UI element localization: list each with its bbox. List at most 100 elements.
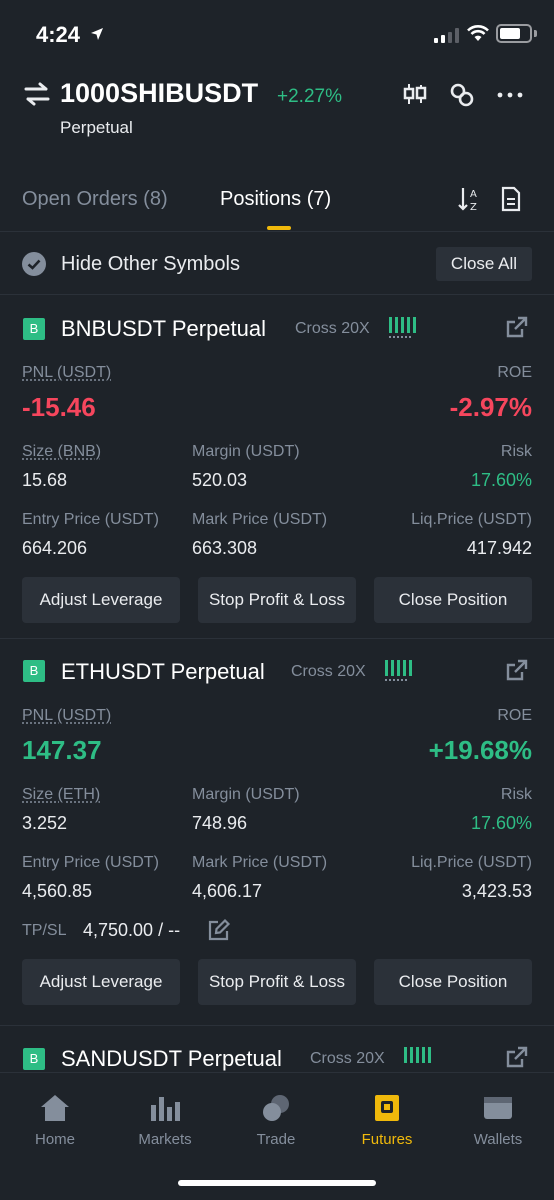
position-badge: B [23, 660, 45, 682]
leverage-bars-icon [385, 660, 412, 678]
swap-arrows-icon[interactable] [24, 82, 50, 106]
svg-text:Z: Z [470, 202, 477, 212]
tpsl-value: 4,750.00 / -- [83, 920, 181, 940]
leverage-underline [385, 679, 407, 681]
close-all-button[interactable]: Close All [436, 247, 532, 281]
share-icon[interactable] [506, 659, 528, 681]
symbol-title[interactable]: 1000SHIBUSDT [60, 78, 258, 109]
leverage-bars-icon [404, 1047, 431, 1065]
tabbar-futures[interactable]: Futures [332, 1073, 442, 1163]
pnl-value: 147.37 [22, 735, 102, 765]
battery-icon [496, 24, 532, 43]
size-value: 15.68 [22, 470, 68, 490]
adjust-leverage-button[interactable]: Adjust Leverage [22, 959, 180, 1005]
active-tab-indicator [267, 226, 291, 230]
mark-price-value: 663.308 [192, 538, 258, 558]
header: 1000SHIBUSDT +2.27% Perpetual [0, 70, 554, 160]
mark-price-value: 4,606.17 [192, 881, 263, 901]
tabbar-markets[interactable]: Markets [110, 1073, 220, 1163]
pnl-label: PNL (USDT) [22, 707, 112, 724]
status-bar: 4:24 [0, 0, 554, 70]
edit-icon[interactable] [207, 918, 231, 942]
calculator-link-icon[interactable] [449, 82, 475, 108]
leverage-underline [389, 336, 411, 338]
roe-label: ROE [497, 364, 532, 381]
margin-mode[interactable]: Cross 20X [310, 1050, 385, 1068]
wallets-icon [484, 1097, 512, 1119]
margin-value: 748.96 [192, 813, 248, 833]
margin-mode[interactable]: Cross 20X [295, 320, 370, 338]
size-label: Size (BNB) [22, 443, 102, 460]
tabbar-label: Home [34, 1131, 75, 1148]
tab-positions[interactable]: Positions (7) [220, 188, 331, 211]
liq-price-value: 417.942 [466, 538, 532, 558]
document-icon[interactable] [500, 186, 522, 212]
roe-value: +19.68% [428, 735, 532, 765]
candlestick-chart-icon[interactable] [403, 82, 427, 106]
tabbar-trade[interactable]: Trade [221, 1073, 331, 1163]
mark-price-label: Mark Price (USDT) [192, 511, 328, 528]
leverage-bars-icon [389, 317, 416, 335]
close-position-button[interactable]: Close Position [374, 577, 532, 623]
pnl-value: -15.46 [22, 392, 96, 422]
futures-icon [375, 1095, 399, 1121]
svg-text:A: A [470, 189, 477, 200]
position-badge: B [23, 318, 45, 340]
tabbar-label: Trade [256, 1131, 296, 1148]
tabbar-wallets[interactable]: Wallets [443, 1073, 553, 1163]
sort-icon[interactable]: A Z [457, 186, 483, 212]
location-arrow-icon [91, 28, 103, 40]
tabbar-label: Markets [138, 1131, 192, 1148]
markets-icon [151, 1097, 180, 1121]
tabbar-label: Futures [361, 1131, 413, 1148]
position-title[interactable]: ETHUSDT Perpetual [61, 659, 265, 685]
margin-label: Margin (USDT) [192, 443, 300, 460]
liq-price-value: 3,423.53 [461, 881, 532, 901]
position-card-ethusdt: B ETHUSDT Perpetual Cross 20X PNL (USDT)… [0, 639, 554, 1025]
tab-open-orders[interactable]: Open Orders (8) [22, 188, 168, 211]
liq-price-label: Liq.Price (USDT) [411, 854, 532, 871]
status-time: 4:24 [36, 22, 81, 47]
trade-icon [263, 1095, 289, 1121]
roe-value: -2.97% [449, 392, 532, 422]
size-label: Size (ETH) [22, 786, 101, 803]
risk-value: 17.60% [470, 813, 532, 833]
position-card-sandusdt: B SANDUSDT Perpetual Cross 20X [0, 1026, 554, 1072]
position-title[interactable]: BNBUSDT Perpetual [61, 316, 266, 342]
position-card-bnbusdt: B BNBUSDT Perpetual Cross 20X PNL (USDT)… [0, 296, 554, 638]
liq-price-label: Liq.Price (USDT) [411, 511, 532, 528]
margin-label: Margin (USDT) [192, 786, 300, 803]
position-title[interactable]: SANDUSDT Perpetual [61, 1046, 282, 1072]
size-value: 3.252 [22, 813, 68, 833]
risk-label: Risk [500, 786, 532, 803]
more-options-icon[interactable] [497, 92, 523, 98]
filter-row: Hide Other Symbols Close All [0, 233, 554, 295]
margin-mode[interactable]: Cross 20X [291, 663, 366, 681]
adjust-leverage-button[interactable]: Adjust Leverage [22, 577, 180, 623]
tpsl-label: TP/SL [22, 922, 67, 939]
entry-price-value: 664.206 [22, 538, 88, 558]
cellular-signal-icon [434, 27, 459, 43]
mark-price-label: Mark Price (USDT) [192, 854, 328, 871]
stop-profit-loss-button[interactable]: Stop Profit & Loss [198, 577, 356, 623]
battery-tip [534, 30, 537, 37]
tabbar-home[interactable]: Home [0, 1073, 110, 1163]
share-icon[interactable] [506, 316, 528, 338]
position-badge: B [23, 1048, 45, 1070]
stop-profit-loss-button[interactable]: Stop Profit & Loss [198, 959, 356, 1005]
entry-price-value: 4,560.85 [22, 881, 93, 901]
risk-label: Risk [500, 443, 532, 460]
tabbar-label: Wallets [473, 1131, 523, 1148]
home-indicator[interactable] [178, 1180, 376, 1186]
risk-value: 17.60% [470, 470, 532, 490]
price-change: +2.27% [277, 86, 342, 107]
margin-value: 520.03 [192, 470, 248, 490]
entry-price-label: Entry Price (USDT) [22, 511, 159, 528]
pnl-label: PNL (USDT) [22, 364, 112, 381]
entry-price-label: Entry Price (USDT) [22, 854, 159, 871]
close-position-button[interactable]: Close Position [374, 959, 532, 1005]
hide-other-symbols-label[interactable]: Hide Other Symbols [61, 253, 240, 276]
share-icon[interactable] [506, 1046, 528, 1068]
orders-tabs: Open Orders (8) Positions (7) A Z [0, 160, 554, 232]
checkmark-icon[interactable] [22, 252, 46, 276]
